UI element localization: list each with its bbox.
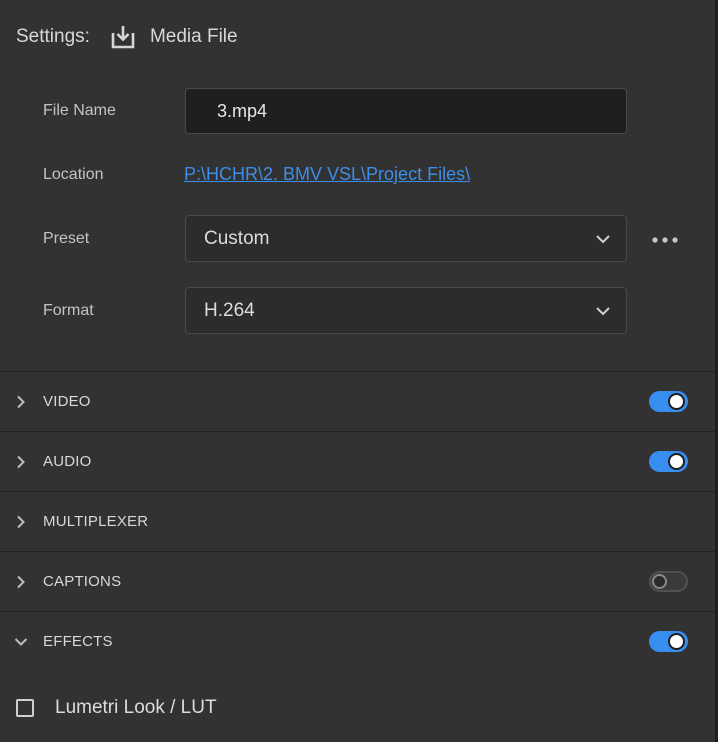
section-captions[interactable]: CAPTIONS bbox=[0, 551, 715, 611]
format-value: H.264 bbox=[204, 299, 255, 321]
audio-toggle[interactable] bbox=[649, 451, 688, 472]
section-video[interactable]: VIDEO bbox=[0, 371, 715, 431]
section-label: AUDIO bbox=[43, 453, 92, 470]
format-dropdown[interactable]: H.264 bbox=[185, 287, 627, 334]
chevron-down-icon bbox=[14, 635, 28, 649]
section-label: EFFECTS bbox=[43, 633, 113, 650]
video-toggle[interactable] bbox=[649, 391, 688, 412]
file-name-input[interactable] bbox=[185, 88, 627, 134]
section-audio[interactable]: AUDIO bbox=[0, 431, 715, 491]
toggle-knob bbox=[668, 633, 685, 650]
toggle-knob bbox=[668, 393, 685, 410]
toggle-knob bbox=[652, 574, 667, 589]
lumetri-checkbox[interactable] bbox=[16, 699, 34, 717]
section-label: MULTIPLEXER bbox=[43, 513, 149, 530]
preset-label: Preset bbox=[43, 230, 90, 247]
location-link[interactable]: P:\HCHR\2. BMV VSL\Project Files\ bbox=[184, 164, 470, 185]
preset-dropdown[interactable]: Custom bbox=[185, 215, 627, 262]
chevron-right-icon bbox=[14, 575, 28, 589]
settings-type: Media File bbox=[149, 26, 238, 47]
preset-value: Custom bbox=[204, 227, 270, 249]
section-label: VIDEO bbox=[43, 393, 91, 410]
lumetri-label: Lumetri Look / LUT bbox=[55, 697, 217, 718]
more-horizontal-icon bbox=[652, 230, 678, 248]
captions-toggle[interactable] bbox=[649, 571, 688, 592]
format-label: Format bbox=[43, 302, 94, 319]
chevron-right-icon bbox=[14, 515, 28, 529]
export-settings-panel: Settings: Media File File Name Location … bbox=[0, 0, 718, 742]
chevron-right-icon bbox=[14, 395, 28, 409]
section-label: CAPTIONS bbox=[43, 573, 122, 590]
chevron-right-icon bbox=[14, 455, 28, 469]
chevron-down-icon bbox=[594, 230, 612, 248]
location-label: Location bbox=[43, 166, 104, 183]
file-name-label: File Name bbox=[43, 102, 116, 119]
lumetri-look-option[interactable]: Lumetri Look / LUT bbox=[16, 694, 217, 722]
section-effects[interactable]: EFFECTS bbox=[0, 611, 715, 671]
section-multiplexer[interactable]: MULTIPLEXER bbox=[0, 491, 715, 551]
toggle-knob bbox=[668, 453, 685, 470]
preset-more-button[interactable] bbox=[650, 228, 680, 250]
settings-header: Settings: Media File bbox=[16, 22, 238, 52]
effects-toggle[interactable] bbox=[649, 631, 688, 652]
settings-label: Settings: bbox=[16, 26, 90, 47]
export-download-icon bbox=[110, 24, 136, 50]
chevron-down-icon bbox=[594, 302, 612, 320]
